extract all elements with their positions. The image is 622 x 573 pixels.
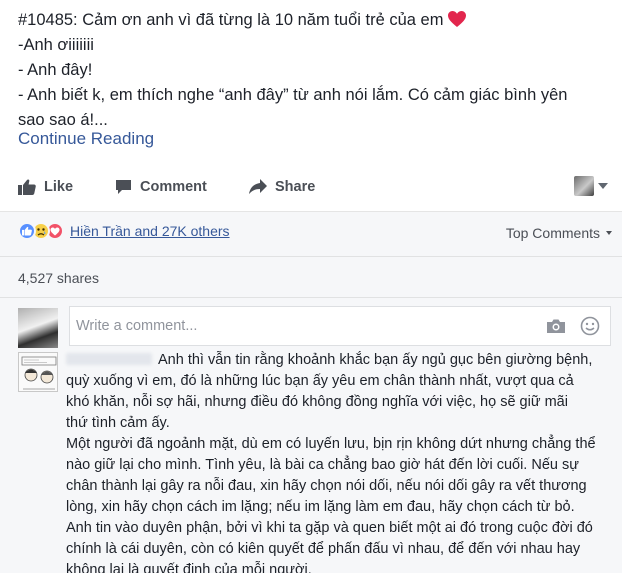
thumbs-up-icon (18, 179, 36, 195)
comment-first-line: Anh thì vẫn tin rằng khoảnh khắc bạn ấy … (66, 350, 618, 371)
share-label: Share (275, 179, 316, 195)
comment-input[interactable] (76, 315, 536, 337)
comment-bubble-icon (116, 180, 131, 194)
comment-line: Anh tin vào duyên phận, bởi vì khi ta gặ… (66, 520, 593, 536)
comment-line: lòng, xin hãy chọn cách im lặng; nếu im … (66, 499, 575, 515)
comment-label: Comment (140, 179, 207, 195)
reactions-summary[interactable]: Hiền Trần and 27K others (18, 222, 230, 240)
shares-count-link[interactable]: 4,527 shares (18, 270, 99, 286)
caret-down-icon (606, 231, 612, 235)
commenter-avatar[interactable] (18, 352, 58, 392)
continue-reading-link[interactable]: Continue Reading (18, 129, 154, 149)
camera-icon[interactable] (546, 318, 566, 334)
comment-button[interactable]: Comment (115, 176, 207, 198)
post-line: - Anh đây! (18, 61, 93, 79)
like-label: Like (44, 179, 74, 195)
comic-avatar-image (19, 353, 57, 391)
emoji-icon[interactable] (580, 316, 600, 336)
share-arrow-icon (249, 179, 267, 194)
post-line: - Anh biết k, em thích nghe “anh đây” từ… (18, 86, 568, 104)
comment-body: Anh thì vẫn tin rằng khoảnh khắc bạn ấy … (66, 350, 618, 573)
comment-sort-dropdown[interactable]: Top Comments (506, 225, 612, 241)
post-as-selector[interactable] (574, 176, 608, 196)
caret-down-icon (598, 183, 608, 189)
red-heart-icon (448, 11, 467, 27)
comment-line: không lại là quyết định của mỗi người. (66, 562, 312, 573)
post-action-bar: Like Comment Share (0, 162, 622, 212)
divider (0, 256, 622, 257)
share-button[interactable]: Share (249, 176, 315, 198)
feedback-panel: Hiền Trần and 27K others Top Comments 4,… (0, 212, 622, 573)
viewer-avatar (574, 176, 594, 196)
comment-line: Một người đã ngoảnh mặt, dù em có luyến … (66, 436, 596, 452)
post-title: #10485: Cảm ơn anh vì đã từng là 10 năm … (18, 11, 444, 29)
comment-line: chân thành lại gây ra nỗi đau, xin hãy c… (66, 478, 587, 494)
like-icon (18, 222, 36, 240)
comment-line: khó khăn, nỗi sợ hãi, nhưng điều đó khôn… (66, 394, 568, 410)
comment-line: Anh thì vẫn tin rằng khoảnh khắc bạn ấy … (158, 352, 593, 368)
comment-line: chính là cái duyên, còn có kiên quyết để… (66, 541, 581, 557)
post-text: #10485: Cảm ơn anh vì đã từng là 10 năm … (18, 8, 618, 133)
comment-line: nào giữ lại cho mình. Tình yêu, là bài c… (66, 457, 579, 473)
reactions-summary-link[interactable]: Hiền Trần and 27K others (70, 223, 230, 239)
like-button[interactable]: Like (18, 176, 73, 198)
comment-sort-label: Top Comments (505, 225, 600, 241)
comment-line: thứ tình cảm ấy. (66, 415, 170, 431)
post-title-line: #10485: Cảm ơn anh vì đã từng là 10 năm … (18, 8, 618, 33)
divider (0, 297, 622, 298)
commenter-name-redacted[interactable] (66, 353, 152, 365)
post-line: -Anh ơiiiiiii (18, 36, 94, 54)
comment-composer[interactable] (69, 306, 611, 346)
avatar[interactable] (18, 308, 58, 348)
comment-line: quỳ xuống vì em, đó là những lúc bạn ấy … (66, 373, 574, 389)
